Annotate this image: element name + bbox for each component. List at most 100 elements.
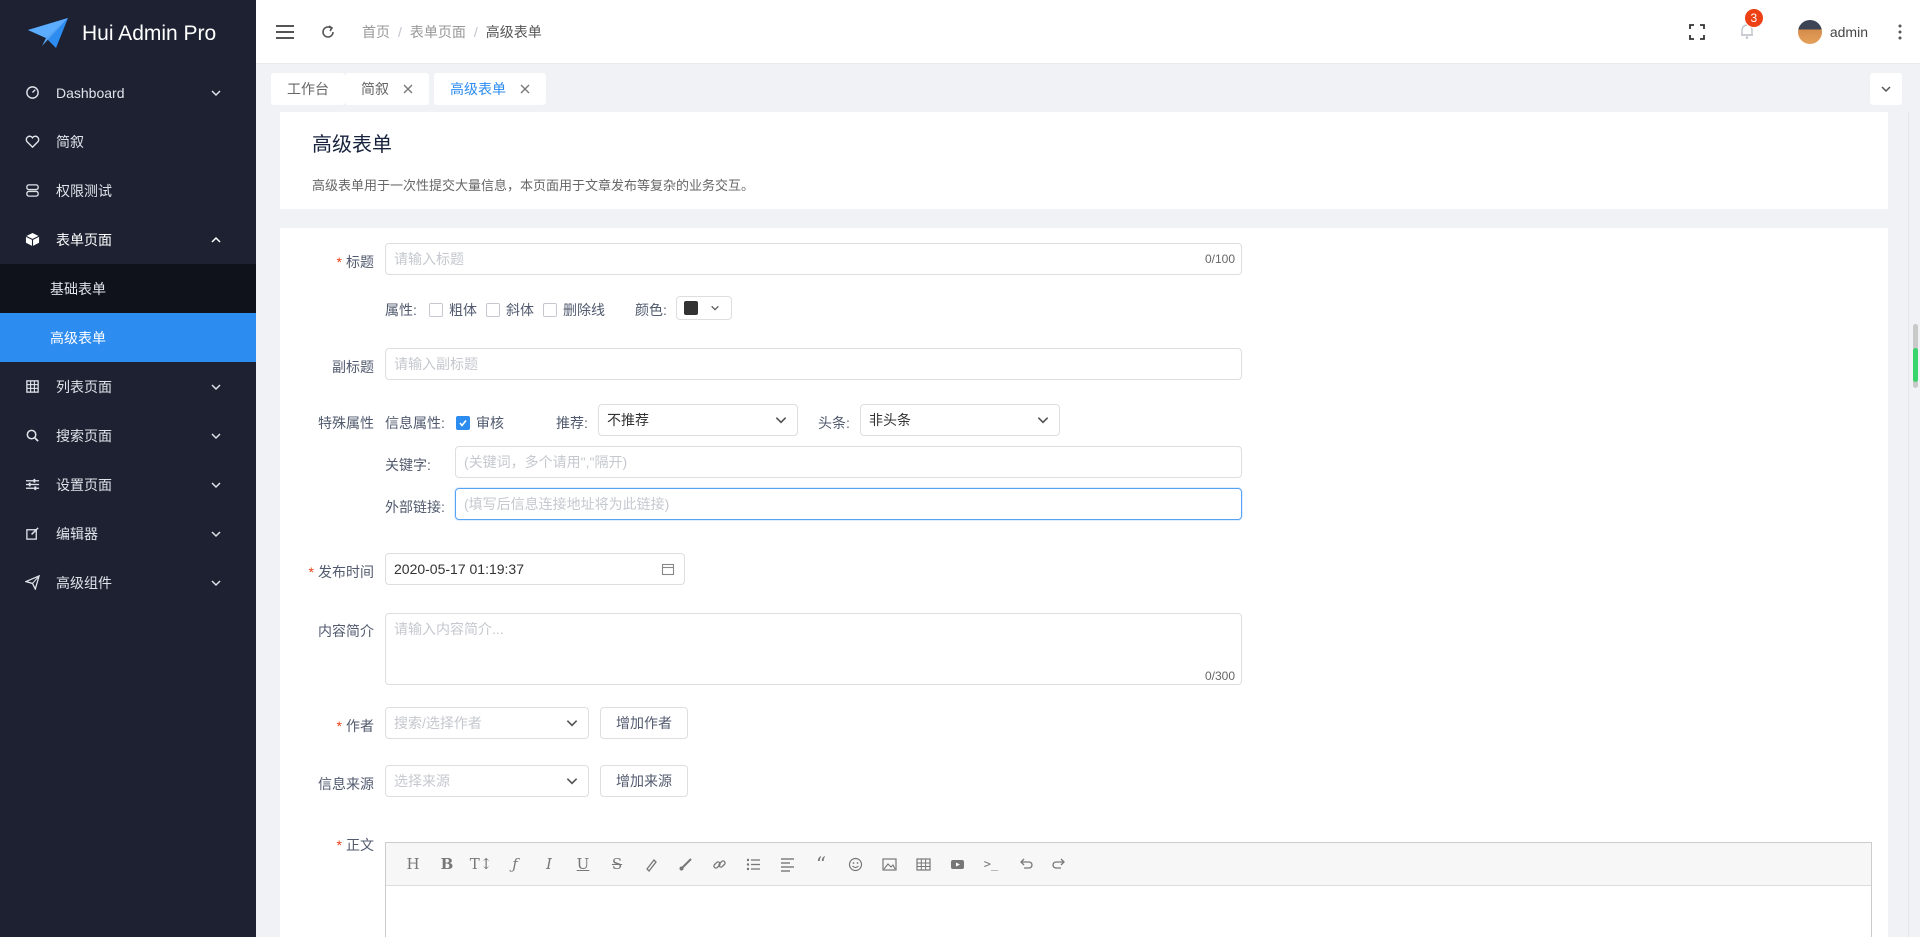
info-attr-label: 信息属性: <box>385 415 445 431</box>
recommend-select[interactable]: 不推荐 <box>598 404 798 436</box>
chevron-up-icon <box>211 236 221 243</box>
chevron-down-icon <box>211 432 221 439</box>
subtitle-input[interactable]: 请输入副标题 <box>385 348 1242 380</box>
more-vertical-icon[interactable] <box>1898 24 1902 40</box>
menu-toggle-icon[interactable] <box>274 23 296 41</box>
author-select[interactable]: 搜索/选择作者 <box>385 707 589 739</box>
chevron-down-icon <box>775 417 787 424</box>
breadcrumb-home[interactable]: 首页 <box>362 22 390 42</box>
calendar-icon <box>661 563 675 576</box>
breadcrumb-separator: / <box>398 23 402 40</box>
avatar[interactable] <box>1797 20 1822 44</box>
scrollbar-track-line <box>1908 112 1909 937</box>
strikethrough-checkbox[interactable]: 删除线 <box>543 300 605 320</box>
summary-textarea[interactable]: 请输入内容简介... 0/300 <box>385 613 1242 685</box>
sidebar-item-permission-test[interactable]: 权限测试 <box>0 166 256 215</box>
chevron-down-icon <box>211 481 221 488</box>
external-link-input[interactable]: (填写后信息连接地址将为此链接) <box>455 488 1242 520</box>
emoji-icon[interactable] <box>838 849 872 879</box>
bold-checkbox[interactable]: 粗体 <box>429 300 477 320</box>
external-link-label: 外部链接: <box>385 499 445 515</box>
sidebar-item-label: 搜索页面 <box>56 427 112 444</box>
top-header: 首页 / 表单页面 / 高级表单 3 admin <box>256 0 1920 64</box>
source-select[interactable]: 选择来源 <box>385 765 589 797</box>
pen-icon[interactable] <box>634 849 668 879</box>
align-icon[interactable] <box>770 849 804 879</box>
sidebar-item-dashboard[interactable]: Dashboard <box>0 68 256 117</box>
sidebar-item-jianxu[interactable]: 简叙 <box>0 117 256 166</box>
refresh-icon[interactable] <box>320 24 336 40</box>
title-input[interactable]: 请输入标题 0/100 <box>385 243 1242 275</box>
headline-select[interactable]: 非头条 <box>860 404 1060 436</box>
list-icon[interactable] <box>736 849 770 879</box>
underline-button[interactable]: U <box>566 849 600 879</box>
main-content: 高级表单 高级表单用于一次性提交大量信息，本页面用于文章发布等复杂的业务交互。 … <box>280 112 1888 937</box>
close-icon[interactable] <box>520 84 530 94</box>
database-icon <box>24 183 40 199</box>
sidebar-item-list-pages[interactable]: 列表页面 <box>0 362 256 411</box>
username[interactable]: admin <box>1830 24 1868 40</box>
video-icon[interactable] <box>940 849 974 879</box>
form-pages-submenu: 基础表单 高级表单 <box>0 264 256 362</box>
chevron-down-icon <box>1037 417 1049 424</box>
review-checkbox[interactable]: 审核 <box>456 413 504 433</box>
publish-time-picker[interactable]: 2020-05-17 01:19:37 <box>385 553 685 585</box>
chevron-down-icon <box>566 778 578 785</box>
subtitle-placeholder: 请输入副标题 <box>394 356 478 372</box>
bold-button[interactable]: B <box>430 849 464 879</box>
color-picker[interactable] <box>676 296 732 320</box>
edit-icon <box>24 526 40 542</box>
sidebar-item-label: Dashboard <box>56 84 125 101</box>
logo[interactable]: Hui Admin Pro <box>0 0 256 68</box>
dashboard-icon <box>24 85 40 101</box>
tabs-dropdown-button[interactable] <box>1870 73 1902 105</box>
headline-label: 头条: <box>818 415 850 431</box>
page-scrollbar[interactable] <box>1910 112 1918 937</box>
attrs-label: 属性: <box>385 302 417 318</box>
brush-icon[interactable] <box>668 849 702 879</box>
strikethrough-button[interactable]: S <box>600 849 634 879</box>
code-icon[interactable]: >_ <box>974 849 1008 879</box>
link-icon[interactable] <box>702 849 736 879</box>
sidebar-item-form-pages[interactable]: 表单页面 <box>0 215 256 264</box>
sidebar-subitem-advanced-form[interactable]: 高级表单 <box>0 313 256 362</box>
sidebar-item-search-pages[interactable]: 搜索页面 <box>0 411 256 460</box>
redo-icon[interactable] <box>1042 849 1076 879</box>
breadcrumb: 首页 / 表单页面 / 高级表单 <box>362 22 542 42</box>
quote-icon[interactable]: “ <box>804 849 838 879</box>
heading-button[interactable]: H <box>396 849 430 879</box>
color-label: 颜色: <box>635 302 667 318</box>
header-actions: 3 admin <box>1688 0 1920 64</box>
add-source-button[interactable]: 增加来源 <box>600 765 688 797</box>
author-label: * 作者 <box>336 718 374 734</box>
sidebar-item-label: 编辑器 <box>56 525 98 542</box>
sidebar-subitem-basic-form[interactable]: 基础表单 <box>0 264 256 313</box>
fullscreen-icon[interactable] <box>1688 23 1706 41</box>
sidebar-item-advanced-components[interactable]: 高级组件 <box>0 558 256 607</box>
italic-checkbox[interactable]: 斜体 <box>486 300 534 320</box>
italic-button[interactable]: I <box>532 849 566 879</box>
sidebar-item-label: 权限测试 <box>56 182 112 199</box>
undo-icon[interactable] <box>1008 849 1042 879</box>
font-family-button[interactable]: ƒ <box>498 849 532 879</box>
breadcrumb-form-pages[interactable]: 表单页面 <box>410 22 466 42</box>
subtitle-label: 副标题 <box>332 359 374 375</box>
table-icon[interactable] <box>906 849 940 879</box>
notifications[interactable]: 3 <box>1738 7 1764 43</box>
close-icon[interactable] <box>403 84 413 94</box>
keyword-input[interactable]: (关键词，多个请用","隔开) <box>455 446 1242 478</box>
title-label: * 标题 <box>336 254 374 270</box>
send-icon <box>24 575 40 591</box>
search-icon <box>24 428 40 444</box>
tab-label: 简叙 <box>361 81 389 97</box>
sidebar-item-settings-pages[interactable]: 设置页面 <box>0 460 256 509</box>
image-icon[interactable] <box>872 849 906 879</box>
sidebar-item-editor[interactable]: 编辑器 <box>0 509 256 558</box>
tab-jianxu[interactable]: 简叙 <box>345 73 429 105</box>
add-author-button[interactable]: 增加作者 <box>600 707 688 739</box>
chevron-down-icon <box>211 530 221 537</box>
tab-workbench[interactable]: 工作台 <box>271 73 345 105</box>
publish-time-label: * 发布时间 <box>308 564 374 580</box>
tab-advanced-form[interactable]: 高级表单 <box>434 73 546 105</box>
font-size-button[interactable]: T↕ <box>464 849 498 879</box>
